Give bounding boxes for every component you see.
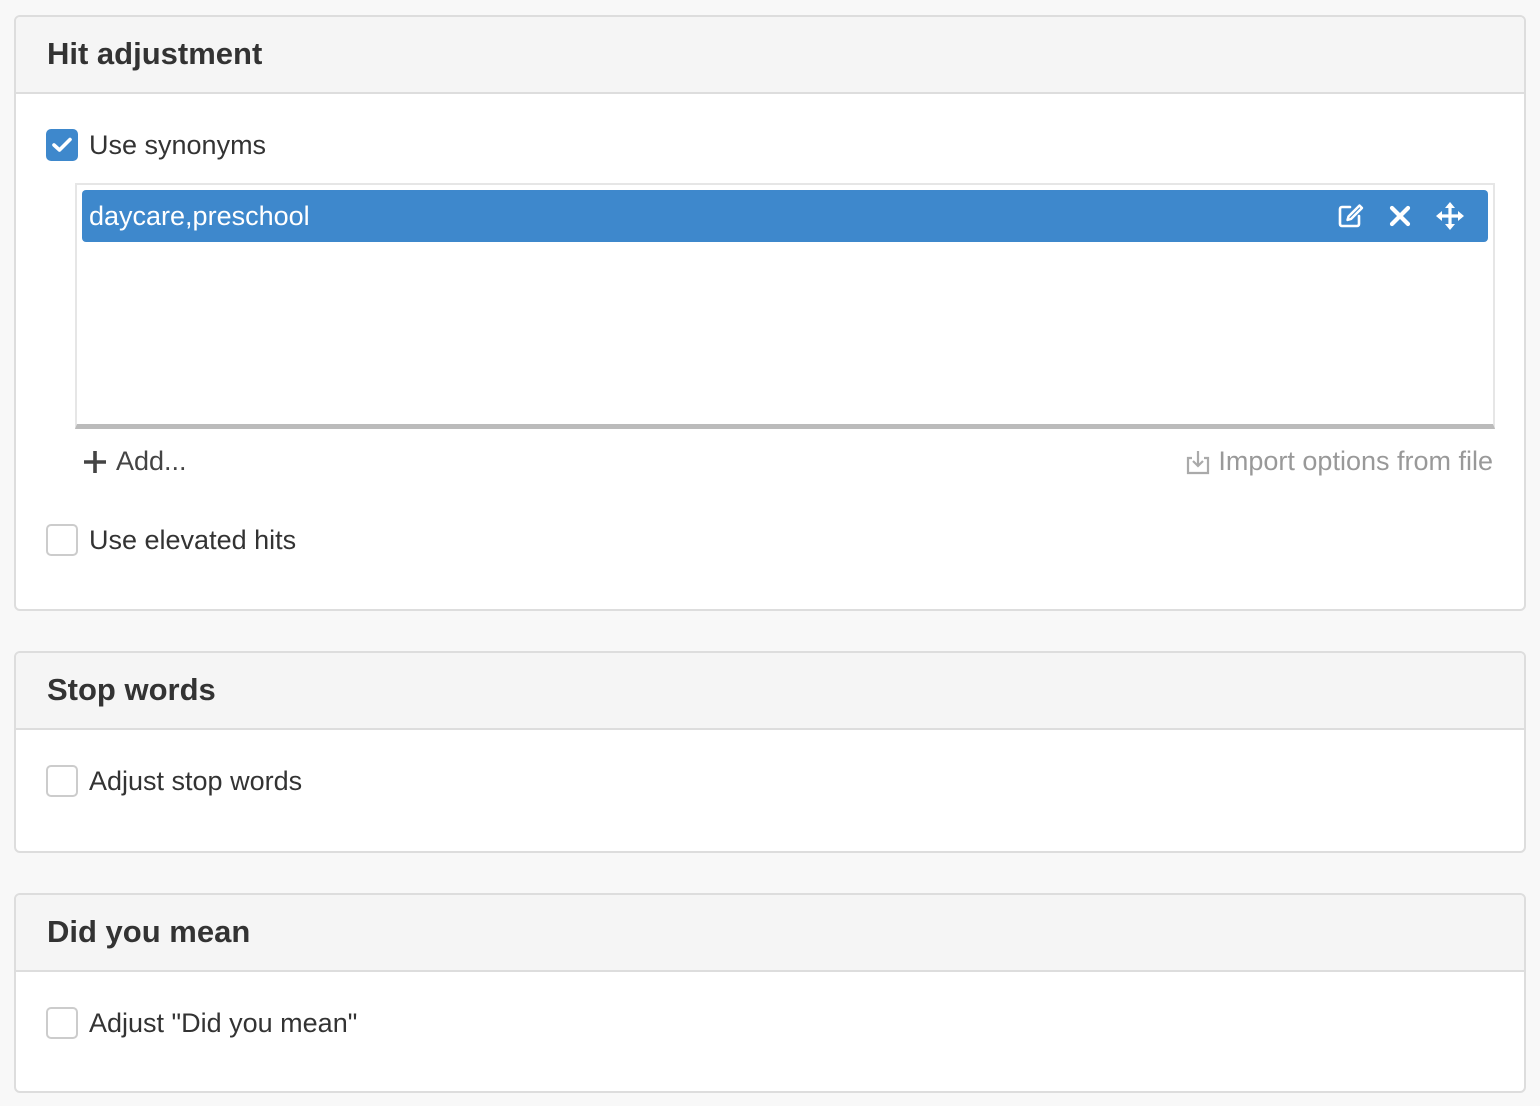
add-label: Add... (116, 446, 187, 476)
list-item-label: daycare,preschool (89, 200, 310, 231)
panel-heading: Did you mean (16, 895, 1524, 972)
import-options-link[interactable]: Import options from file (1186, 446, 1493, 477)
adjust-did-you-mean-label: Adjust "Did you mean" (89, 1007, 358, 1038)
edit-item-button[interactable] (1332, 198, 1368, 234)
edit-icon (1338, 204, 1364, 228)
use-synonyms-label: Use synonyms (89, 129, 267, 160)
adjust-stop-words-checkbox[interactable] (46, 765, 78, 797)
panel-title: Did you mean (47, 913, 251, 949)
adjust-did-you-mean-checkbox[interactable] (46, 1007, 78, 1039)
hit-adjustment-panel: Hit adjustment Use synonyms daycare,pres… (14, 15, 1526, 611)
panel-heading: Hit adjustment (16, 17, 1524, 94)
adjust-did-you-mean-option[interactable]: Adjust "Did you mean" (46, 1007, 357, 1039)
use-elevated-hits-checkbox[interactable] (46, 524, 78, 556)
add-synonym-button[interactable]: Add... (82, 446, 187, 477)
checkmark-icon (52, 137, 72, 152)
list-item[interactable]: daycare,preschool (82, 190, 1488, 242)
use-elevated-hits-option[interactable]: Use elevated hits (46, 524, 296, 556)
import-label: Import options from file (1218, 446, 1493, 476)
stop-words-panel: Stop words Adjust stop words (14, 651, 1526, 853)
panel-heading: Stop words (16, 653, 1524, 730)
list-item-actions (1318, 198, 1468, 234)
panel-title: Stop words (47, 671, 216, 707)
close-icon (1389, 205, 1411, 227)
panel-title: Hit adjustment (47, 35, 263, 71)
move-icon (1436, 202, 1464, 230)
plus-icon (84, 450, 106, 473)
adjust-stop-words-option[interactable]: Adjust stop words (46, 765, 302, 797)
did-you-mean-panel: Did you mean Adjust "Did you mean" (14, 893, 1526, 1093)
adjust-stop-words-label: Adjust stop words (89, 765, 303, 796)
use-elevated-hits-label: Use elevated hits (89, 524, 297, 555)
use-synonyms-checkbox[interactable] (46, 129, 78, 161)
remove-item-button[interactable] (1382, 198, 1418, 234)
synonyms-list[interactable]: daycare,preschool (75, 183, 1495, 429)
import-icon (1187, 450, 1210, 474)
use-synonyms-option[interactable]: Use synonyms (46, 129, 266, 161)
move-item-handle[interactable] (1432, 198, 1468, 234)
